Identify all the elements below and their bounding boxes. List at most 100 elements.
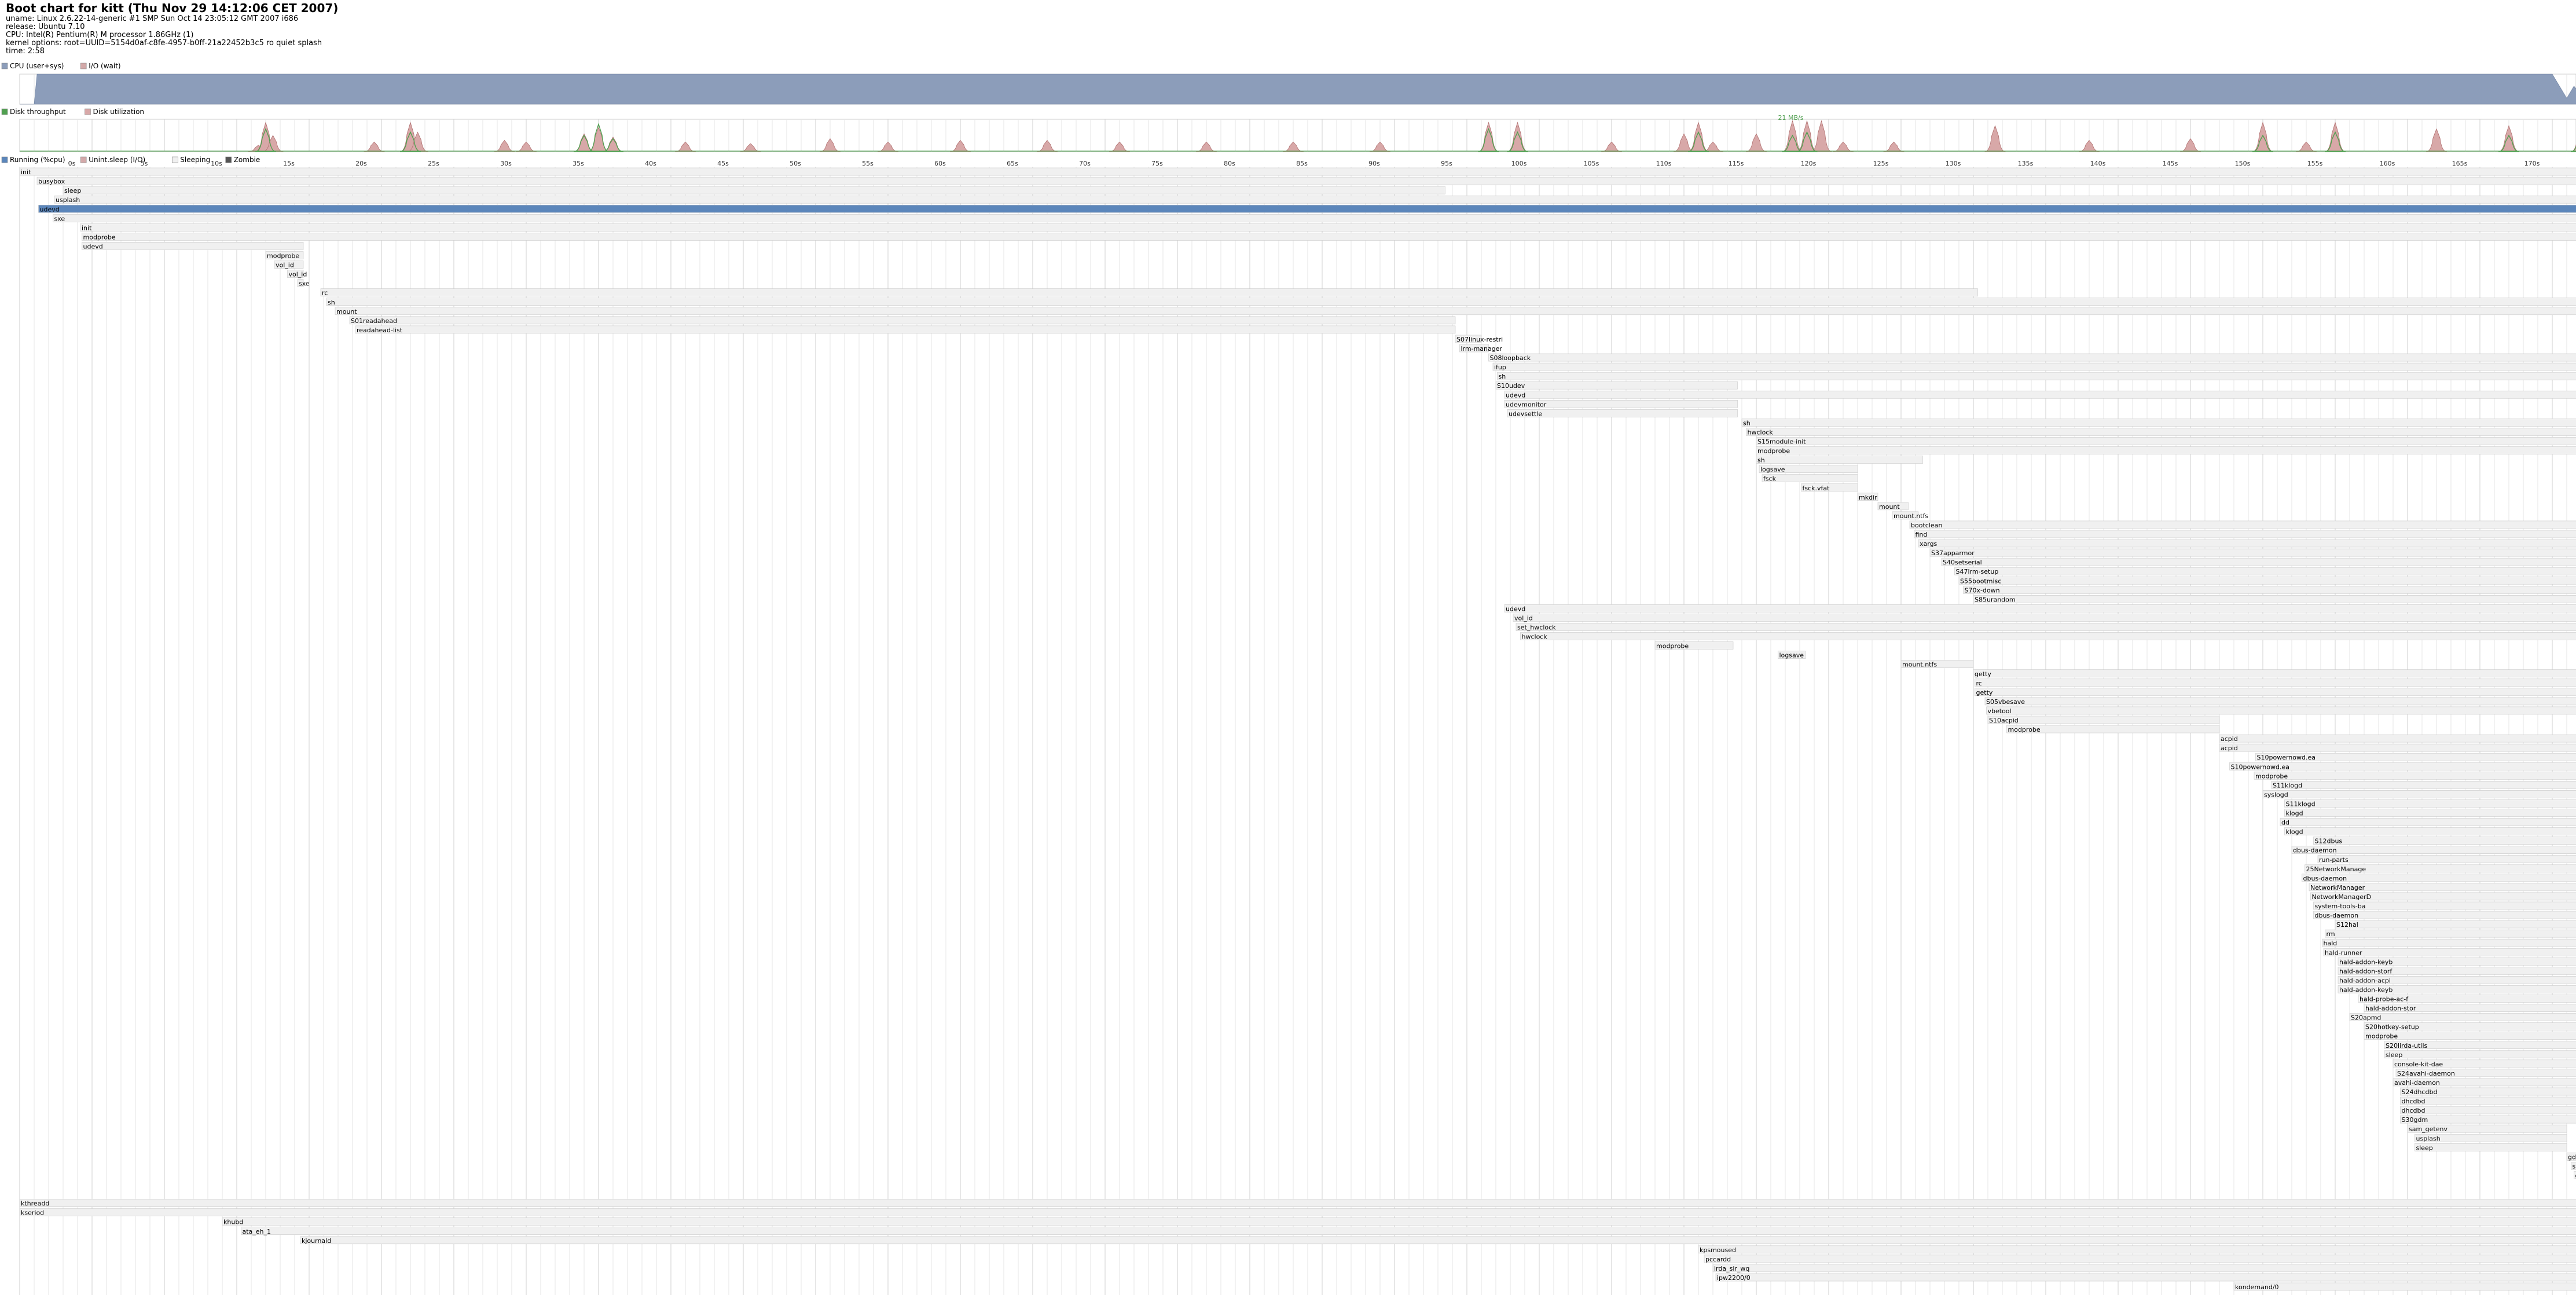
process-bar-45 — [1963, 585, 2576, 594]
process-bar-69 — [2284, 809, 2576, 817]
time-tick-label-6: 30s — [500, 160, 512, 167]
process-label-81: S12hal — [2336, 921, 2358, 929]
process-label-97: S24avahi-daemon — [2397, 1070, 2455, 1077]
process-label-89: hald-probe-ac-f — [2360, 996, 2409, 1003]
process-label-113: khubd — [223, 1219, 243, 1226]
time-tick-label-23: 115s — [1729, 160, 1744, 167]
process-bar-91 — [2349, 1013, 2576, 1021]
time-tick-label-26: 130s — [1946, 160, 1961, 167]
process-label-21: ifup — [1494, 364, 1506, 371]
process-label-25: udevmonitor — [1506, 401, 1547, 408]
proc-legend-label-2: Sleeping — [180, 156, 210, 164]
process-bar-14 — [326, 298, 2576, 306]
process-label-47: udevd — [1506, 605, 1525, 612]
time-tick-label-10: 50s — [790, 160, 801, 167]
process-label-57: S05vbesave — [1986, 698, 2025, 706]
process-bar-65 — [2254, 771, 2576, 780]
time-tick-label-11: 55s — [862, 160, 874, 167]
cpu-legend-label-1: I/O (wait) — [89, 62, 120, 70]
process-label-0: init — [21, 168, 31, 176]
disk-legend-label-0: Disk throughput — [10, 108, 66, 116]
time-tick-label-34: 170s — [2524, 160, 2540, 167]
process-bar-114 — [241, 1227, 2576, 1235]
process-label-42: S40setserial — [1943, 559, 1982, 566]
process-label-33: fsck — [1763, 475, 1777, 483]
process-bar-20 — [1488, 353, 2576, 362]
process-label-67: syslogd — [2264, 791, 2288, 798]
process-label-73: dbus-daemon — [2293, 847, 2337, 854]
process-label-59: S10acpid — [1989, 717, 2019, 724]
disk-legend-swatch-1 — [85, 108, 91, 115]
disk-legend-swatch-0 — [1, 108, 8, 115]
process-label-30: modprobe — [1757, 447, 1790, 455]
process-label-80: dbus-daemon — [2315, 912, 2359, 919]
bootchart-canvas: CPU (user+sys) I/O (wait) Disk throughput D… — [1, 62, 2576, 1295]
time-tick-label-27: 135s — [2018, 160, 2034, 167]
process-bar-27 — [1741, 419, 2576, 427]
time-tick-label-15: 75s — [1151, 160, 1163, 167]
process-label-71: klogd — [2286, 828, 2303, 836]
process-bar-82 — [2325, 929, 2576, 938]
process-bar-28 — [1746, 428, 2576, 436]
process-label-120: kondemand/0 — [2235, 1283, 2279, 1291]
process-label-86: hald-addon-storf — [2339, 967, 2392, 975]
time-tick-label-1: 5s — [141, 160, 148, 167]
time-tick-label-22: 110s — [1656, 160, 1672, 167]
process-label-35: mkdir — [1859, 494, 1877, 501]
time-tick-label-17: 85s — [1296, 160, 1308, 167]
process-bar-101 — [2400, 1106, 2576, 1114]
process-bar-40 — [1918, 539, 2576, 548]
process-label-70: dd — [2281, 819, 2289, 827]
process-bar-112 — [19, 1208, 2576, 1216]
time-tick-label-33: 165s — [2452, 160, 2468, 167]
time-tick-label-5: 25s — [428, 160, 439, 167]
process-label-103: sam_getenv — [2409, 1125, 2447, 1133]
process-label-26: udevsettle — [1509, 410, 1542, 417]
process-label-2: sleep — [64, 187, 81, 195]
time-tick-label-8: 40s — [645, 160, 656, 167]
process-bar-1 — [36, 177, 2576, 185]
process-bar-119 — [1715, 1273, 2576, 1282]
time-tick-label-20: 100s — [1511, 160, 1527, 167]
process-label-114: ata_eh_1 — [243, 1228, 271, 1235]
process-label-75: 25NetworkManage — [2306, 865, 2366, 873]
process-bar-62 — [2219, 743, 2576, 752]
process-label-16: S01readahead — [351, 317, 397, 325]
process-label-17: readahead-list — [357, 326, 403, 334]
time-tick-label-12: 60s — [934, 160, 946, 167]
process-bar-56 — [1975, 688, 2576, 696]
process-bar-31 — [1756, 456, 1923, 464]
process-bar-71 — [2284, 827, 2576, 835]
process-label-64: S10powernowd.ea — [2231, 763, 2289, 771]
process-bar-23 — [1495, 381, 1738, 390]
process-label-18: S07linux-restri — [1456, 336, 1503, 343]
process-label-98: avahi-daemon — [2394, 1079, 2440, 1087]
process-label-11: vol_id — [289, 271, 307, 278]
process-label-82: rm — [2327, 930, 2335, 938]
process-label-119: ipw2200/0 — [1717, 1274, 1751, 1282]
process-label-9: modprobe — [267, 252, 299, 260]
process-label-72: S12dbus — [2315, 838, 2343, 845]
process-label-40: xargs — [1920, 540, 1937, 548]
process-label-79: system-tools-ba — [2315, 903, 2366, 910]
process-bar-74 — [2317, 855, 2576, 864]
process-label-27: sh — [1743, 419, 1751, 427]
process-label-49: set_hwclock — [1517, 624, 1556, 632]
proc-legend-swatch-2 — [171, 156, 178, 163]
process-bar-120 — [2233, 1282, 2576, 1291]
disk-peak-annotation: 21 MB/s — [1778, 114, 1804, 122]
process-label-111: kthreadd — [21, 1200, 49, 1208]
process-bar-100 — [2400, 1096, 2576, 1105]
process-label-77: NetworkManager — [2310, 884, 2365, 892]
process-label-115: kjournald — [302, 1237, 331, 1245]
process-label-38: bootclean — [1911, 522, 1942, 529]
process-label-46: S85urandom — [1975, 596, 2016, 603]
process-bar-24 — [1504, 390, 2576, 399]
process-label-28: hwclock — [1748, 428, 1774, 436]
process-bar-21 — [1492, 362, 2576, 371]
process-bar-29 — [1756, 437, 2576, 445]
process-label-48: vol_id — [1514, 614, 1533, 622]
process-label-19: lrm-manager — [1461, 345, 1503, 353]
process-label-69: klogd — [2286, 810, 2303, 817]
time-tick-label-32: 160s — [2380, 160, 2395, 167]
